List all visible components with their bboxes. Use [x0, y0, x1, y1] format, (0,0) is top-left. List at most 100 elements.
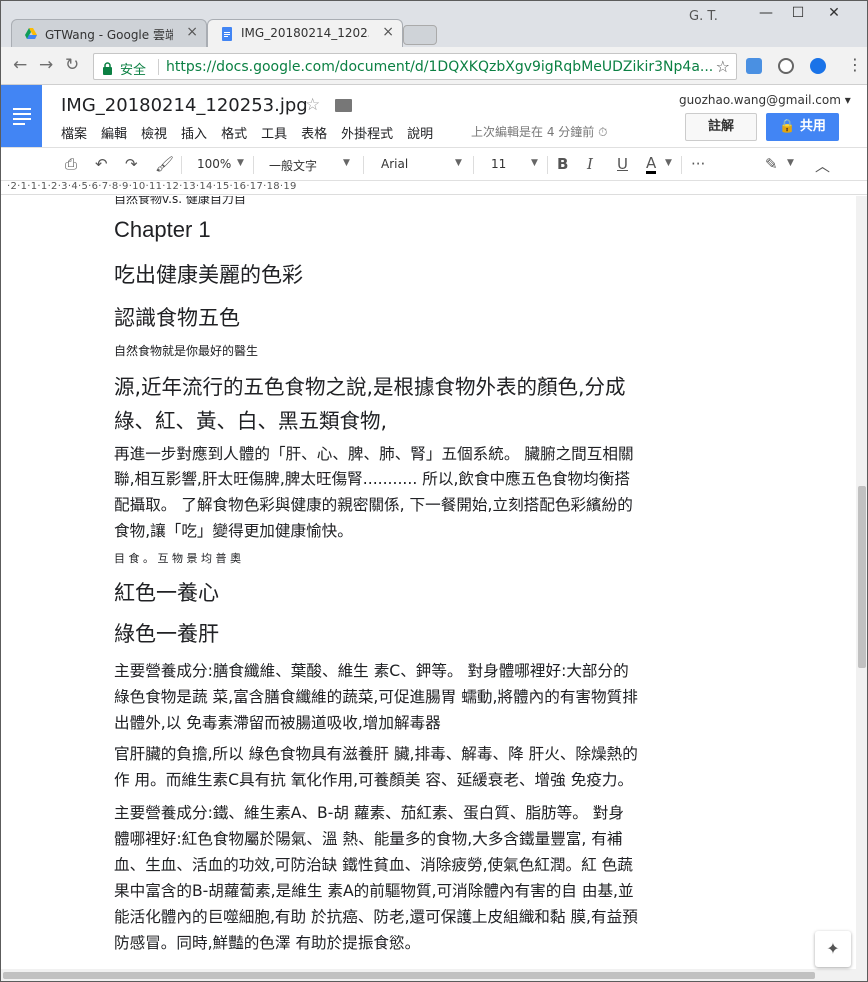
editing-mode-pencil-icon[interactable]: ✎	[765, 155, 778, 173]
text-line: 主要營養成分:鐵、維生素A、B-胡 蘿素、茄紅素、蛋白質、脂肪等。 對身	[114, 804, 624, 822]
heading: 綠色一養肝	[114, 622, 219, 646]
underline-button[interactable]: U	[617, 155, 628, 173]
document-canvas[interactable]: 自然食物v.s. 健康自力自 Chapter 1 吃出健康美麗的色彩 認識食物五…	[1, 196, 856, 969]
menu-file[interactable]: 檔案	[61, 127, 87, 142]
new-tab-button[interactable]	[403, 25, 437, 45]
italic-button[interactable]: I	[587, 155, 593, 173]
url-text[interactable]: https://docs.google.com/document/d/1DQXK…	[166, 59, 713, 75]
tab-document[interactable]: IMG_20180214_120253 ×	[207, 19, 403, 47]
menu-addons[interactable]: 外掛程式	[341, 127, 393, 142]
text-color-button[interactable]: A	[646, 155, 657, 174]
ruler[interactable]: ·2·1·1·1·2·3·4·5·6·7·8·9·10·11·12·13·14·…	[1, 181, 867, 195]
close-tab-icon[interactable]: ×	[186, 24, 198, 40]
bookmark-star-icon[interactable]: ☆	[716, 57, 730, 76]
account-extension-icon[interactable]	[810, 58, 826, 74]
text-line: 食物,讓「吃」變得更加健康愉快。	[114, 522, 353, 540]
last-edit-status[interactable]: 上次編輯是在 4 分鐘前 ⏱	[471, 123, 607, 140]
text-line: 源,近年流行的五色食物之說,是根據食物外表的顏色,分成	[114, 375, 626, 399]
browser-menu-icon[interactable]: ⋮	[847, 55, 863, 74]
explore-icon: ✦	[826, 939, 840, 958]
text-line: 體哪裡好:紅色食物屬於陽氣、溫 熱、能量多的食物,大多含鐵量豐富, 有補	[114, 830, 623, 848]
heading: 紅色一養心	[114, 581, 219, 605]
google-docs-icon	[220, 27, 234, 41]
text-line: 綠、紅、黃、白、黑五類食物,	[114, 409, 388, 433]
text-line: 自然食物就是你最好的醫生	[114, 344, 259, 358]
text-line: 配攝取。 了解食物色彩與健康的親密關係, 下一餐開始,立刻搭配色彩繽紛的	[114, 496, 633, 514]
star-icon[interactable]: ☆	[305, 95, 320, 115]
minimize-icon[interactable]: —	[751, 5, 781, 21]
bold-button[interactable]: B	[557, 155, 568, 173]
text-line: 能活化體內的巨噬細胞,有助 於抗癌、防老,還可保護上皮組織和黏 膜,有益預	[114, 908, 638, 926]
paint-format-icon[interactable]: 🖌	[155, 155, 174, 173]
chevron-down-icon: ▼	[237, 158, 244, 168]
menu-view[interactable]: 檢視	[141, 127, 167, 142]
docs-header: IMG_20180214_120253.jpg ☆ 檔案 編輯 檢視 插入 格式 工具 表格…	[1, 85, 867, 147]
tab-label: GTWang - Google 雲端	[45, 28, 173, 42]
text-line: 主要營養成分:膳食纖維、葉酸、維生 素C、鉀等。 對身體哪裡好:大部分的	[114, 662, 629, 680]
close-tab-icon[interactable]: ×	[382, 24, 394, 40]
horizontal-scrollbar[interactable]	[1, 969, 867, 981]
menu-edit[interactable]: 編輯	[101, 127, 127, 142]
address-bar[interactable]: 安全 https://docs.google.com/document/d/1D…	[93, 53, 737, 80]
lock-icon	[102, 60, 113, 79]
lock-icon: 🔒	[779, 119, 796, 134]
back-arrow-icon[interactable]: ←	[13, 55, 27, 75]
history-icon: ⏱	[598, 125, 608, 139]
menu-tools[interactable]: 工具	[261, 127, 287, 142]
heading: 認識食物五色	[114, 306, 240, 330]
browser-window: GTWang - Google 雲端 × IMG_20180214_120253…	[0, 0, 868, 982]
address-toolbar: ← → ↻ 安全 https://docs.google.com/documen…	[1, 47, 867, 85]
google-drive-icon	[24, 27, 38, 41]
secure-label: 安全	[120, 63, 147, 78]
chevron-down-icon: ▼	[665, 158, 672, 168]
text-line: 血、生血、活血的功效,可防治缺 鐵性貧血、消除疲勞,使氣色紅潤。紅 色蔬	[114, 856, 633, 874]
docs-home-icon[interactable]	[1, 85, 42, 147]
zoom-select[interactable]: 100%	[197, 157, 231, 171]
text-line: 自然食物v.s. 健康自力自	[114, 196, 246, 206]
divider	[158, 59, 159, 75]
collapse-chevron-up-icon[interactable]: ︿	[815, 155, 830, 176]
tab-label: IMG_20180214_120253	[241, 26, 369, 40]
text-line: 出體外,以 免毒素滯留而被腸道吸收,增加解毒器	[114, 714, 441, 732]
scrollbar-thumb[interactable]	[858, 486, 866, 668]
chevron-down-icon: ▼	[455, 158, 462, 168]
explore-button[interactable]: ✦	[815, 931, 851, 967]
menu-table[interactable]: 表格	[301, 127, 327, 142]
forward-arrow-icon[interactable]: →	[39, 55, 53, 75]
text-line: 官肝臟的負擔,所以 綠色食物具有滋養肝 臟,排毒、解毒、降 肝火、除燥熱的	[114, 745, 638, 763]
tab-strip: GTWang - Google 雲端 × IMG_20180214_120253…	[1, 1, 867, 47]
tab-gtwang[interactable]: GTWang - Google 雲端 ×	[11, 19, 207, 47]
chapter-heading: Chapter 1	[114, 217, 211, 242]
text-line: 作 用。而維生素C具有抗 氧化作用,可養顏美 容、延緩衰老、增強 免疫力。	[114, 771, 634, 789]
text-line: 綠色食物是蔬 菜,富含膳食纖維的蔬菜,可促進腸胃 蠕動,將體內的有害物質排	[114, 688, 638, 706]
profile-name[interactable]: G. T.	[689, 9, 718, 24]
font-size-select[interactable]: 11	[491, 157, 506, 171]
menu-help[interactable]: 說明	[407, 127, 433, 142]
text-line: 防感冒。同時,鮮豔的色澤 有助於提振食慾。	[114, 934, 421, 952]
folder-icon[interactable]	[335, 99, 352, 112]
text-line: 聯,相互影響,肝太旺傷脾,脾太旺傷腎........... 所以,飲食中應五色食…	[114, 470, 630, 488]
chat-extension-icon[interactable]	[778, 58, 794, 74]
reload-icon[interactable]: ↻	[65, 55, 79, 75]
menu-insert[interactable]: 插入	[181, 127, 207, 142]
more-options-icon[interactable]: ···	[691, 155, 705, 173]
close-window-icon[interactable]: ✕	[819, 5, 849, 21]
text-line: 目 食 。 互 物 景 均 普 奧	[114, 552, 241, 565]
comment-button[interactable]: 註解	[685, 113, 757, 141]
document-title[interactable]: IMG_20180214_120253.jpg	[61, 95, 308, 116]
style-select[interactable]: 一般文字	[269, 157, 317, 174]
chevron-down-icon: ▼	[531, 158, 538, 168]
chevron-down-icon: ▾	[844, 93, 851, 107]
chevron-down-icon: ▼	[343, 158, 350, 168]
font-select[interactable]: Arial	[381, 157, 408, 171]
print-icon[interactable]: ⎙	[65, 155, 77, 173]
menu-format[interactable]: 格式	[221, 127, 247, 142]
scrollbar-thumb[interactable]	[3, 972, 815, 979]
extension-icon[interactable]	[746, 58, 762, 74]
share-button[interactable]: 🔒 共用	[766, 113, 839, 141]
undo-icon[interactable]: ↶	[95, 155, 108, 173]
maximize-icon[interactable]: ☐	[783, 5, 813, 21]
redo-icon[interactable]: ↷	[125, 155, 138, 173]
account-email[interactable]: guozhao.wang@gmail.com ▾	[679, 93, 851, 107]
heading: 吃出健康美麗的色彩	[114, 263, 303, 287]
